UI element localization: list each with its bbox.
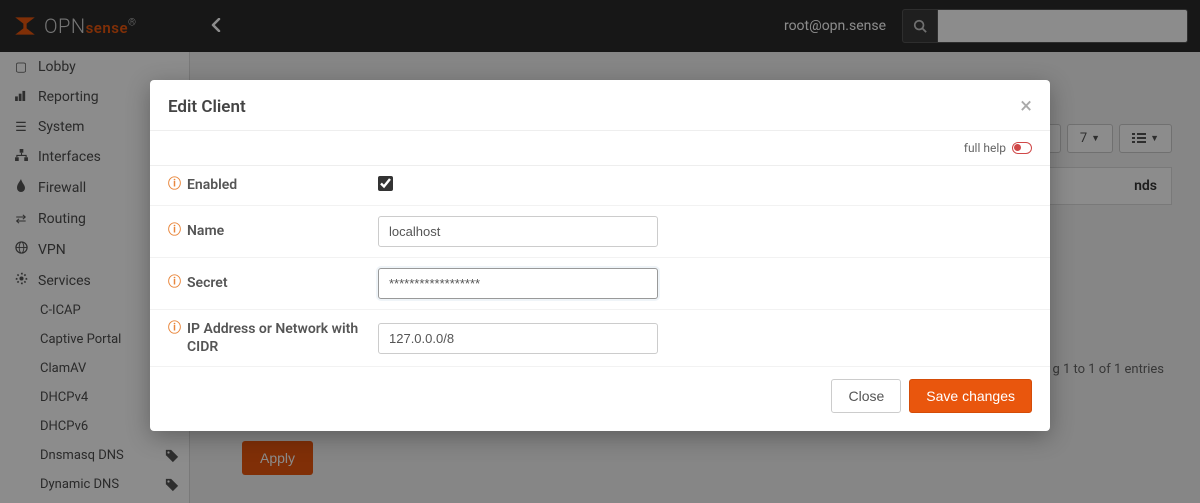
full-help-toggle[interactable]: full help	[150, 130, 1050, 166]
modal-footer: Close Save changes	[150, 367, 1050, 431]
info-icon[interactable]: ⓘ	[168, 275, 181, 292]
toggle-off-icon	[1012, 142, 1032, 154]
close-button[interactable]: Close	[831, 379, 901, 413]
field-enabled: ⓘEnabled	[150, 166, 1050, 206]
info-icon[interactable]: ⓘ	[168, 321, 181, 338]
name-input[interactable]	[378, 216, 658, 247]
field-cidr: ⓘIP Address or Network with CIDR	[150, 310, 1050, 367]
modal-title: Edit Client	[168, 97, 246, 117]
field-name: ⓘName	[150, 206, 1050, 258]
cidr-input[interactable]	[378, 323, 658, 354]
modal-header: Edit Client ×	[150, 80, 1050, 130]
edit-client-modal: Edit Client × full help ⓘEnabled ⓘName ⓘ…	[150, 80, 1050, 431]
modal-overlay[interactable]: Edit Client × full help ⓘEnabled ⓘName ⓘ…	[0, 0, 1200, 503]
save-button[interactable]: Save changes	[909, 379, 1032, 413]
info-icon[interactable]: ⓘ	[168, 177, 181, 194]
secret-input[interactable]	[378, 268, 658, 299]
close-icon[interactable]: ×	[1020, 96, 1032, 118]
enabled-checkbox[interactable]	[378, 176, 393, 191]
info-icon[interactable]: ⓘ	[168, 223, 181, 240]
field-secret: ⓘSecret	[150, 258, 1050, 310]
